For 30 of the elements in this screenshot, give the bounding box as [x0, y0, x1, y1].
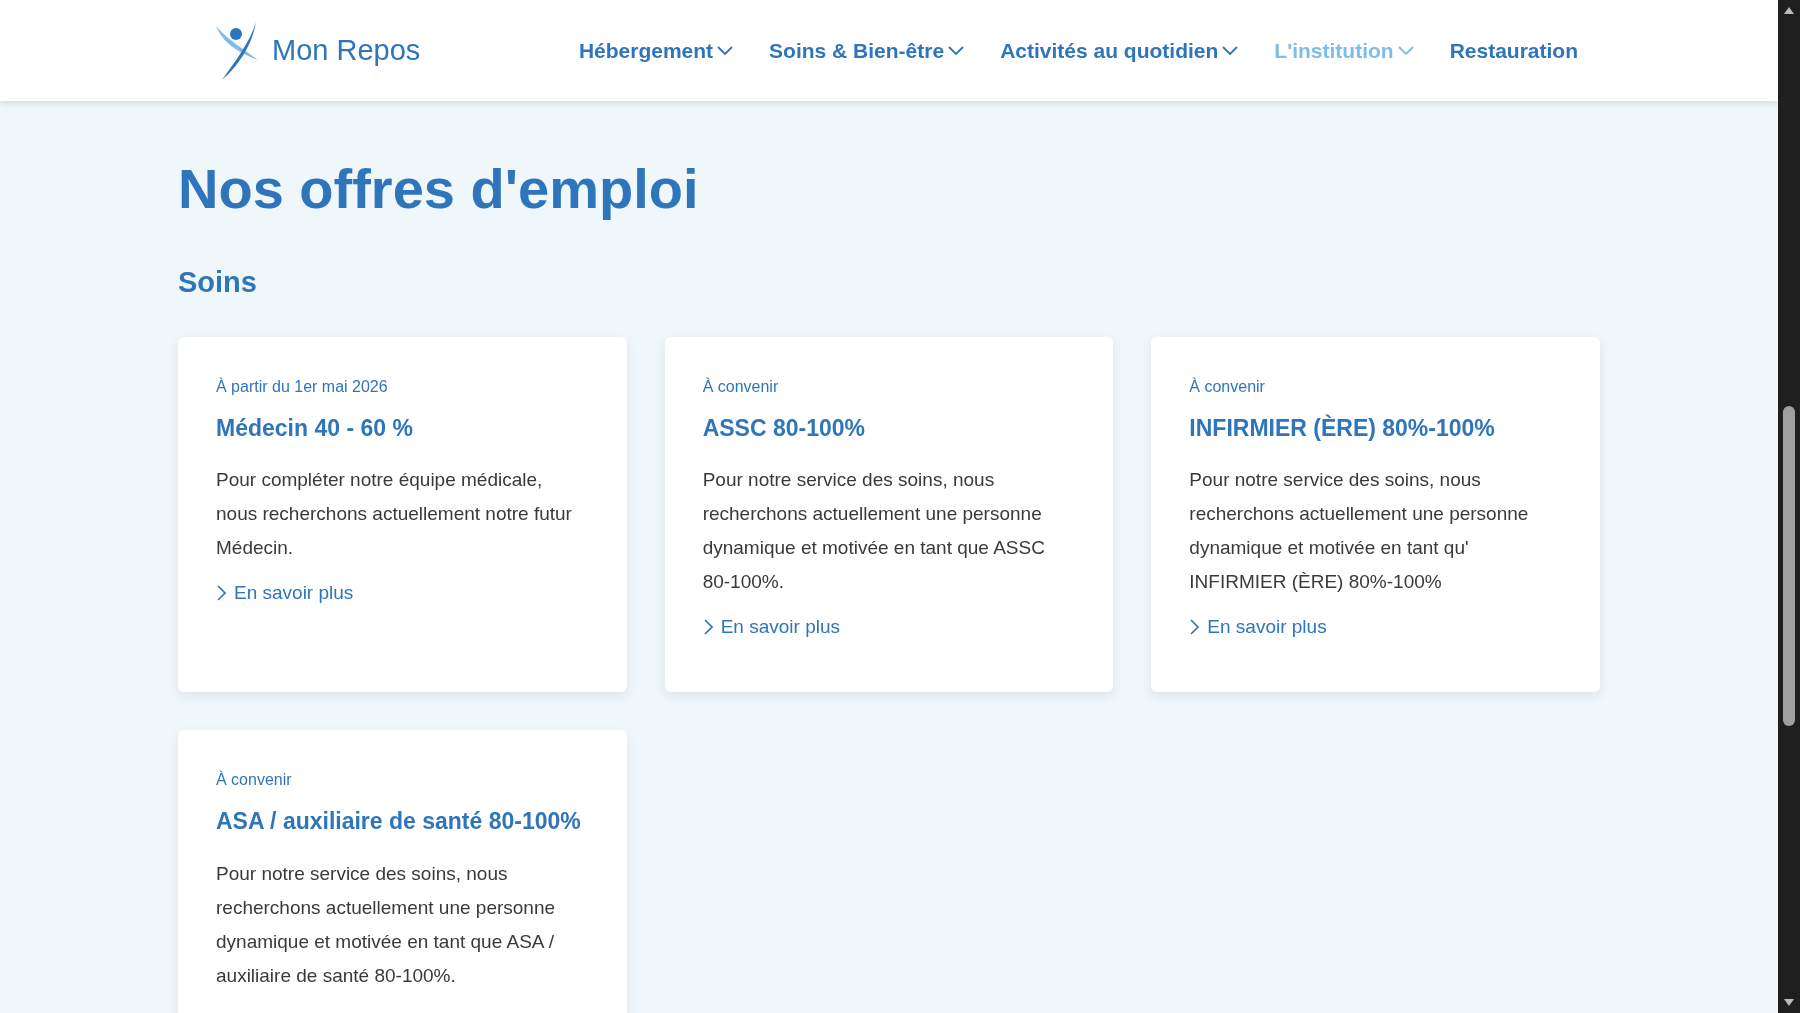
job-description: Pour compléter notre équipe médicale, nous recherchons actuellement notre futur Médecin. [216, 468, 573, 560]
logo-text[interactable]: Mon Repos [272, 28, 421, 73]
job-title[interactable]: Médecin 40 - 60 % [216, 410, 589, 445]
scrollbar-thumb[interactable] [1783, 406, 1795, 726]
chevron-down-icon [948, 45, 965, 56]
section-title: Soins [178, 265, 258, 300]
job-date: À convenir [1189, 376, 1266, 397]
job-date: À partir du 1er mai 2026 [216, 376, 389, 397]
more-link[interactable]: En savoir plus [1189, 613, 1327, 642]
chevron-down-icon [1222, 45, 1239, 56]
chevron-right-icon [216, 585, 226, 602]
chevron-down-icon [1397, 45, 1414, 56]
nav-link[interactable]: Activités au quotidien [1000, 34, 1239, 67]
job-description: Pour notre service des soins, nous recherchons actuellement une personne dynamique et motivée en tant qu' INFIRMIER (ÈRE) 80%-100% [1189, 468, 1530, 594]
chevron-down-icon [717, 45, 734, 56]
scrollbar[interactable] [1778, 0, 1800, 1013]
job-description: Pour notre service des soins, nous recherchons actuellement une personne dynamique et motivée en tant que ASSC 80-100%. [702, 468, 1046, 594]
nav-link[interactable]: Hébergement [578, 34, 734, 67]
nav-link[interactable]: Restauration [1449, 34, 1578, 67]
chevron-right-icon [1189, 619, 1200, 636]
chevron-right-icon [702, 619, 713, 636]
job-title[interactable]: ASSC 80-100% [702, 410, 1076, 445]
nav-link[interactable]: Soins & Bien-être [769, 34, 965, 67]
more-link[interactable]: En savoir plus [216, 579, 354, 608]
job-description: Pour notre service des soins, nous recherchons actuellement une personne dynamique et motivée en tant que ASA / auxiliaire de santé 80-100%. [216, 861, 557, 988]
job-date: À convenir [216, 769, 293, 791]
more-link[interactable]: En savoir plus [702, 613, 840, 642]
job-date: À convenir [702, 376, 780, 397]
job-title[interactable]: INFIRMIER (ÈRE) 80%-100% [1189, 410, 1562, 445]
job-title[interactable]: ASA / auxiliaire de santé 80-100% [216, 804, 589, 839]
